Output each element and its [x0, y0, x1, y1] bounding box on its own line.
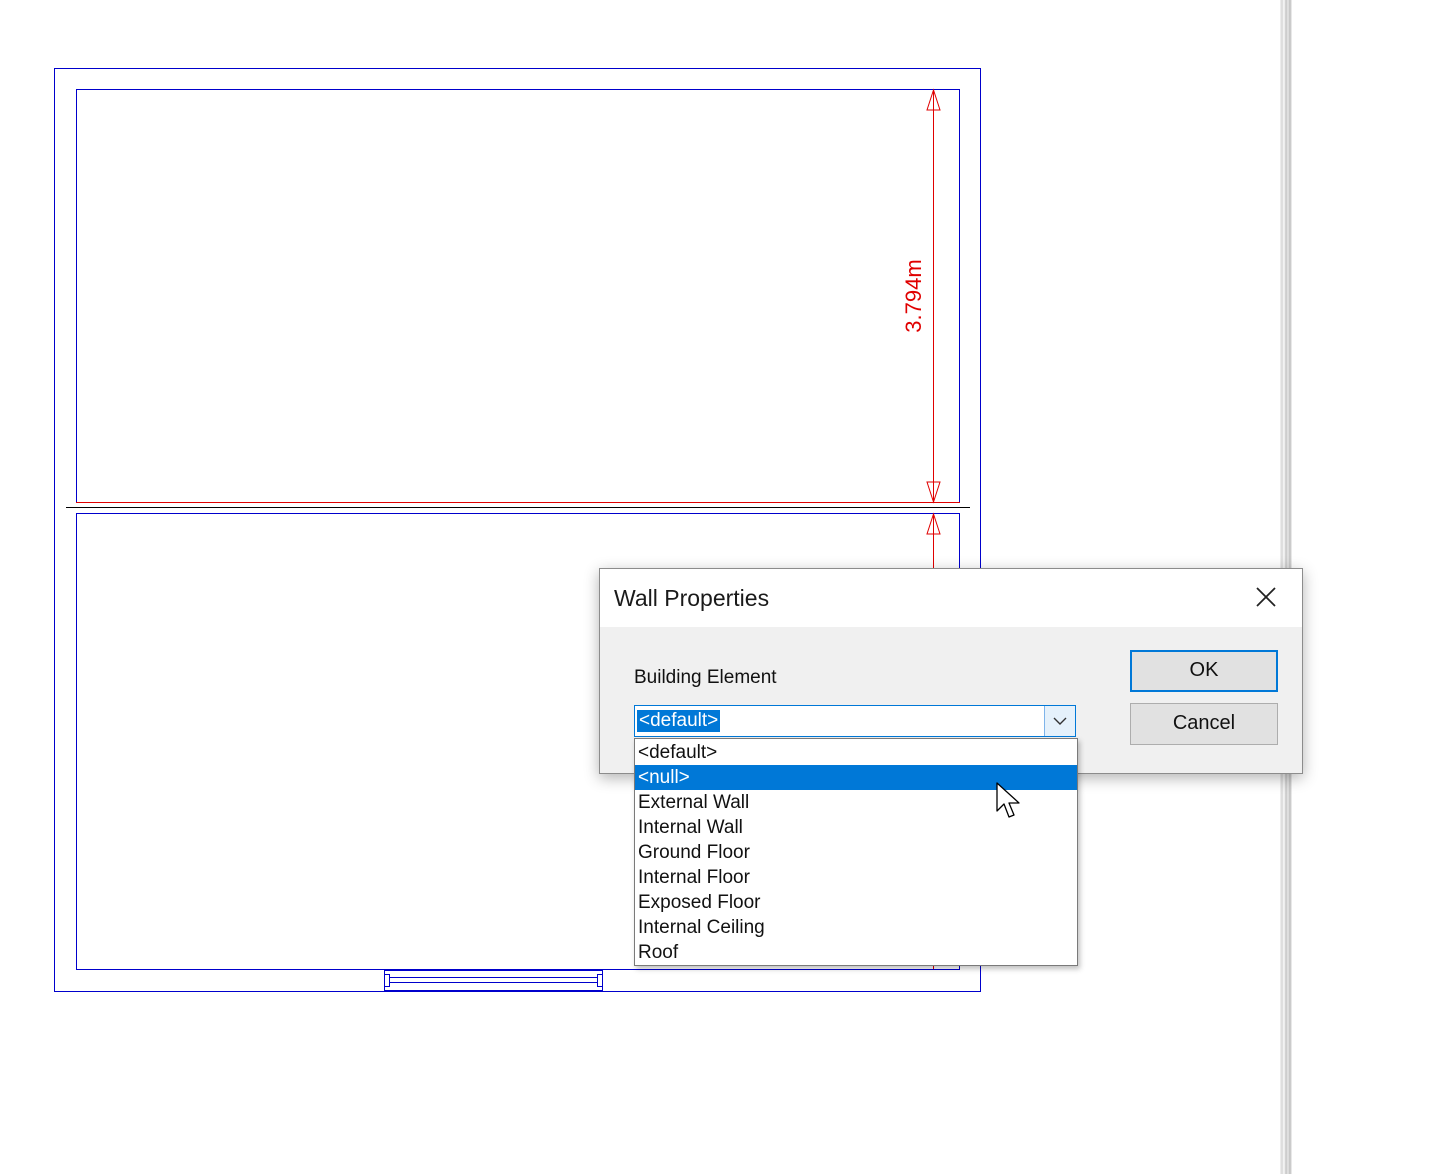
dropdown-option[interactable]: Internal Ceiling — [635, 915, 1077, 940]
ok-button[interactable]: OK — [1130, 650, 1278, 692]
cancel-button[interactable]: Cancel — [1130, 703, 1278, 745]
dropdown-option[interactable]: Roof — [635, 940, 1077, 965]
close-button[interactable] — [1244, 577, 1288, 619]
dimension-label: 3.794m — [901, 259, 926, 332]
dialog-titlebar[interactable]: Wall Properties — [600, 569, 1302, 627]
dropdown-option[interactable]: Internal Floor — [635, 865, 1077, 890]
combobox-dropdown-button[interactable] — [1044, 706, 1075, 736]
building-element-dropdown-list[interactable]: <default> <null> External Wall Internal … — [634, 738, 1078, 966]
window-element[interactable] — [384, 970, 603, 991]
dimension-line-upper — [926, 88, 941, 504]
close-icon — [1256, 587, 1276, 607]
dropdown-option[interactable]: <default> — [635, 740, 1077, 765]
mouse-pointer-icon — [996, 782, 1020, 818]
dropdown-option[interactable]: Exposed Floor — [635, 890, 1077, 915]
chevron-down-icon — [1053, 717, 1067, 725]
building-element-combobox[interactable]: <default> — [634, 705, 1076, 737]
building-element-label: Building Element — [634, 667, 777, 688]
dropdown-option[interactable]: Ground Floor — [635, 840, 1077, 865]
combobox-selected-value[interactable]: <default> — [637, 710, 721, 732]
room-upper-outline[interactable] — [76, 89, 960, 503]
dialog-title: Wall Properties — [614, 585, 770, 611]
